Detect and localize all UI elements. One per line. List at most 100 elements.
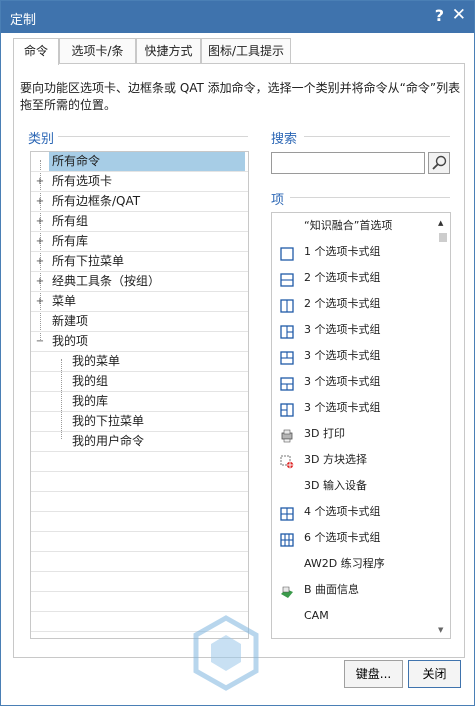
category-item[interactable]: 我的下拉菜单 — [31, 412, 248, 432]
commands-panel: 要向功能区选项卡、边框条或 QAT 添加命令，选择一个类别并将命令从“命令”列表… — [13, 63, 465, 658]
one-tab-group-icon — [280, 245, 294, 261]
items-label: 项 — [271, 193, 285, 208]
command-label: CAM — [304, 609, 329, 622]
command-label: 3D 方块选择 — [304, 453, 367, 466]
expand-icon[interactable]: + — [35, 172, 45, 191]
instructions-text: 要向功能区选项卡、边框条或 QAT 添加命令，选择一个类别并将命令从“命令”列表… — [20, 81, 461, 112]
command-label: 3 个选项卡式组 — [304, 349, 381, 362]
two-tab-vertical-icon — [280, 297, 294, 313]
category-label: 我的库 — [72, 394, 109, 408]
close-button[interactable]: 关闭 — [408, 660, 461, 688]
category-item[interactable]: 我的菜单 — [31, 352, 248, 372]
three-tab-b-icon — [280, 349, 294, 365]
command-item[interactable]: 3 个选项卡式组 — [272, 369, 450, 395]
printer-3d-icon — [280, 427, 294, 443]
keyboard-button[interactable]: 键盘... — [344, 660, 403, 688]
search-input[interactable] — [273, 154, 423, 173]
command-label: 6 个选项卡式组 — [304, 531, 381, 544]
command-item[interactable]: 3D 打印 — [272, 421, 450, 447]
customize-dialog: 定制 ? ✕ 命令 选项卡/条 快捷方式 图标/工具提示 要向功能区选项卡、边框… — [0, 0, 475, 706]
category-item[interactable]: + 所有库 — [31, 232, 248, 252]
tab-icons-tooltips[interactable]: 图标/工具提示 — [201, 38, 291, 64]
category-item[interactable]: + 所有组 — [31, 212, 248, 232]
command-item[interactable]: 3 个选项卡式组 — [272, 343, 450, 369]
category-item[interactable]: 我的用户命令 — [31, 432, 248, 452]
tab-shortcuts[interactable]: 快捷方式 — [136, 38, 201, 64]
category-label: 所有库 — [52, 234, 89, 248]
expand-icon[interactable]: + — [35, 232, 45, 251]
command-item[interactable]: 3D 方块选择 — [272, 447, 450, 473]
category-item[interactable]: + 所有边框条/QAT — [31, 192, 248, 212]
command-item[interactable]: 3 个选项卡式组 — [272, 317, 450, 343]
command-label: 3 个选项卡式组 — [304, 401, 381, 414]
expand-icon[interactable]: + — [35, 192, 45, 211]
command-item[interactable]: 2 个选项卡式组 — [272, 291, 450, 317]
category-tree[interactable]: 所有命令 + 所有选项卡 + 所有边框条/QAT + 所有组 + 所有库 + 所有下拉菜单 + 经典工具… — [30, 151, 249, 639]
command-list[interactable]: “知识融合”首选项 1 个选项卡式组 2 个选项卡式组 2 个选项卡式组 3 个选项卡式… — [271, 212, 451, 639]
empty-row — [31, 512, 248, 532]
category-label: 我的组 — [72, 374, 109, 388]
category-item[interactable]: 我的库 — [31, 392, 248, 412]
command-label: 2 个选项卡式组 — [304, 271, 381, 284]
items-separator — [290, 197, 450, 198]
command-item[interactable]: AW2D 练习程序 — [272, 551, 450, 577]
three-tab-a-icon — [280, 323, 294, 339]
command-item[interactable]: “知识融合”首选项 — [272, 213, 450, 239]
command-item[interactable]: 1 个选项卡式组 — [272, 239, 450, 265]
command-item[interactable]: B 曲面信息 — [272, 577, 450, 603]
command-label: B 曲面信息 — [304, 583, 360, 596]
search-icon — [432, 155, 447, 170]
three-tab-c-icon — [280, 375, 294, 391]
dialog-title: 定制 — [10, 13, 37, 28]
tab-commands[interactable]: 命令 — [13, 38, 59, 65]
command-item[interactable]: CAM — [272, 603, 450, 629]
command-item[interactable]: 3D 输入设备 — [272, 473, 450, 499]
scroll-down-arrow-icon[interactable]: ▼ — [438, 626, 443, 634]
empty-row — [31, 532, 248, 552]
expand-icon[interactable]: + — [35, 292, 45, 311]
collapse-icon[interactable]: − — [35, 332, 45, 351]
category-item[interactable]: − 我的项 — [31, 332, 248, 352]
category-label: 经典工具条（按组） — [52, 274, 161, 288]
command-item[interactable]: 6 个选项卡式组 — [272, 525, 450, 551]
category-item[interactable]: 我的组 — [31, 372, 248, 392]
expand-icon[interactable]: + — [35, 212, 45, 231]
category-label: 菜单 — [52, 294, 77, 308]
category-item[interactable]: + 经典工具条（按组） — [31, 272, 248, 292]
four-tab-group-icon — [280, 505, 294, 521]
six-tab-group-icon — [280, 531, 294, 547]
empty-row — [31, 572, 248, 592]
category-item[interactable]: 所有命令 — [31, 152, 248, 172]
search-field[interactable] — [271, 152, 425, 174]
title-bar[interactable]: 定制 ? ✕ — [1, 1, 474, 33]
empty-row — [31, 472, 248, 492]
category-label: 我的下拉菜单 — [72, 414, 145, 428]
category-label: 新建项 — [52, 314, 89, 328]
category-item[interactable]: + 菜单 — [31, 292, 248, 312]
search-button[interactable] — [428, 152, 450, 174]
category-item[interactable]: 新建项 — [31, 312, 248, 332]
search-separator — [304, 136, 450, 137]
expand-icon[interactable]: + — [35, 252, 45, 271]
empty-row — [31, 452, 248, 472]
categories-separator — [58, 136, 248, 137]
tab-tabs-bars[interactable]: 选项卡/条 — [59, 38, 136, 64]
list-scrollbar[interactable]: ▲ ▼ — [435, 213, 450, 638]
category-label: 我的用户命令 — [72, 434, 145, 448]
expand-icon[interactable]: + — [35, 272, 45, 291]
command-item[interactable]: 3 个选项卡式组 — [272, 395, 450, 421]
category-item[interactable]: + 所有下拉菜单 — [31, 252, 248, 272]
category-item[interactable]: + 所有选项卡 — [31, 172, 248, 192]
command-item[interactable]: 4 个选项卡式组 — [272, 499, 450, 525]
scroll-thumb[interactable] — [439, 233, 447, 242]
scroll-up-arrow-icon[interactable]: ▲ — [438, 219, 443, 227]
empty-row — [31, 592, 248, 612]
command-label: 3D 打印 — [304, 427, 345, 440]
category-label: 所有命令 — [49, 152, 245, 171]
category-label: 所有下拉菜单 — [52, 254, 125, 268]
command-label: AW2D 练习程序 — [304, 557, 385, 570]
help-button[interactable]: ? — [435, 6, 444, 25]
category-label: 所有组 — [52, 214, 89, 228]
command-item[interactable]: 2 个选项卡式组 — [272, 265, 450, 291]
close-window-button[interactable]: ✕ — [452, 5, 466, 25]
